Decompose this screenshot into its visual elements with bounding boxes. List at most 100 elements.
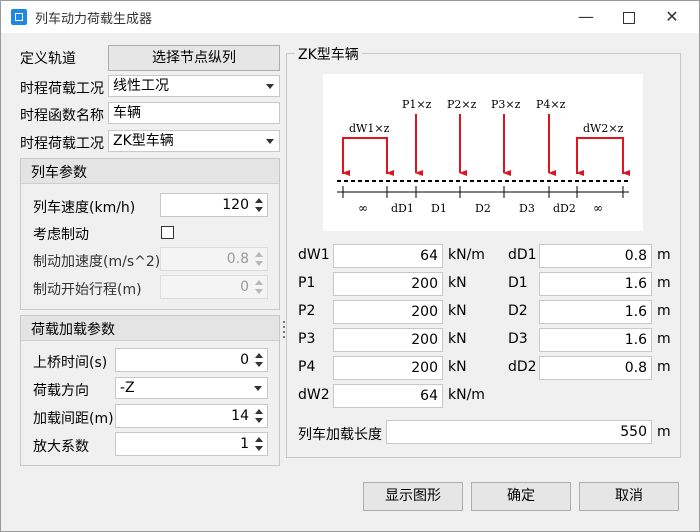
w2-label: dW2×z — [583, 122, 624, 135]
spin-up-icon[interactable] — [255, 280, 263, 285]
p1-label: P1 — [298, 275, 316, 291]
vehicle-case-value: ZK型车辆 — [113, 133, 174, 149]
p1-label: P1×z — [402, 98, 432, 111]
vehicle-case-label: 时程荷载工况 — [20, 136, 104, 152]
dw2-label: dW2 — [298, 387, 330, 403]
factor-value: 1 — [240, 436, 249, 452]
spin-up-icon[interactable] — [255, 353, 263, 358]
maximize-button[interactable] — [606, 1, 652, 33]
p2-input[interactable]: 200 — [333, 300, 443, 324]
bridge-time-spinbox[interactable]: 0 — [115, 348, 268, 372]
dw1-input[interactable]: 64 — [333, 244, 443, 268]
select-nodes-button[interactable]: 选择节点纵列 — [108, 45, 280, 71]
dd2-label: dD2 — [508, 359, 537, 375]
speed-value: 120 — [222, 197, 249, 213]
dim-inf-left: ∞ — [358, 201, 368, 215]
p2-label: P2 — [298, 303, 316, 319]
dim-d3: D3 — [519, 202, 535, 215]
spin-up-icon[interactable] — [255, 437, 263, 442]
spin-down-icon[interactable] — [255, 207, 263, 212]
d3-unit: m — [657, 331, 671, 347]
close-icon: ✕ — [665, 7, 679, 26]
spin-up-icon[interactable] — [255, 198, 263, 203]
speed-spinbox[interactable]: 120 — [160, 193, 268, 217]
dw2-unit: kN/m — [448, 387, 485, 403]
main-window: 列车动力荷载生成器 — ✕ 定义轨道 选择节点纵列 时程荷载工况 线性工况 时程… — [0, 0, 700, 532]
dd1-label: dD1 — [508, 247, 537, 263]
p4-unit: kN — [448, 359, 467, 375]
brake-accel-spinbox[interactable]: 0.8 — [160, 247, 268, 271]
direction-select[interactable]: -Z — [115, 377, 268, 399]
dd2-input[interactable]: 0.8 — [539, 356, 652, 380]
load-case-label: 时程荷载工况 — [20, 81, 104, 97]
p2-label: P2×z — [447, 98, 477, 111]
bridge-time-label: 上桥时间(s) — [33, 355, 108, 371]
dw2-input[interactable]: 64 — [333, 384, 443, 408]
load-diagram-svg: dW1×z dW2×z P1×z P2×z P3×z P4×z ∞ dD1 D1… — [337, 98, 630, 215]
chevron-down-icon — [266, 84, 274, 89]
factor-label: 放大系数 — [33, 439, 89, 455]
dim-inf-right: ∞ — [593, 201, 603, 215]
spin-down-icon[interactable] — [255, 289, 263, 294]
zk-vehicle-legend: ZK型车辆 — [295, 44, 362, 64]
load-diagram: dW1×z dW2×z P1×z P2×z P3×z P4×z ∞ dD1 D1… — [323, 74, 643, 231]
ok-button[interactable]: 确定 — [471, 482, 571, 511]
w1-label: dW1×z — [349, 122, 390, 135]
dw1-load — [342, 137, 388, 174]
spin-up-icon[interactable] — [255, 409, 263, 414]
load-case-select[interactable]: 线性工况 — [108, 75, 280, 97]
direction-label: 荷载方向 — [33, 383, 89, 399]
dim-d1: D1 — [431, 202, 447, 215]
train-params-header: 列车参数 — [21, 159, 279, 184]
d3-input[interactable]: 1.6 — [539, 328, 652, 352]
spin-down-icon[interactable] — [255, 362, 263, 367]
spacing-spinbox[interactable]: 14 — [115, 404, 268, 428]
track-label: 定义轨道 — [20, 51, 76, 67]
d1-label: D1 — [508, 275, 528, 291]
window-title: 列车动力荷载生成器 — [35, 12, 153, 27]
spin-down-icon[interactable] — [255, 418, 263, 423]
spin-down-icon[interactable] — [255, 446, 263, 451]
train-length-input[interactable]: 550 — [386, 420, 652, 444]
brake-start-value: 0 — [240, 279, 249, 295]
p1-unit: kN — [448, 275, 467, 291]
dim-dd1: dD1 — [391, 202, 414, 215]
spacing-label: 加载间距(m) — [33, 411, 114, 427]
vehicle-case-select[interactable]: ZK型车辆 — [108, 130, 280, 152]
spin-down-icon[interactable] — [255, 261, 263, 266]
load-case-value: 线性工况 — [113, 78, 169, 94]
d1-input[interactable]: 1.6 — [539, 272, 652, 296]
func-name-label: 时程函数名称 — [20, 108, 104, 124]
splitter-handle[interactable] — [283, 321, 285, 343]
load-params-header: 荷载加载参数 — [21, 316, 279, 341]
brake-start-spinbox[interactable]: 0 — [160, 275, 268, 299]
show-graph-button[interactable]: 显示图形 — [363, 482, 463, 511]
close-button[interactable]: ✕ — [649, 1, 695, 33]
d1-unit: m — [657, 275, 671, 291]
chevron-down-icon — [254, 386, 262, 391]
dim-d2: D2 — [475, 202, 491, 215]
d2-input[interactable]: 1.6 — [539, 300, 652, 324]
cancel-button[interactable]: 取消 — [579, 482, 679, 511]
spacing-value: 14 — [231, 408, 249, 424]
d3-label: D3 — [508, 331, 528, 347]
spin-up-icon[interactable] — [255, 252, 263, 257]
d2-unit: m — [657, 303, 671, 319]
dw1-unit: kN/m — [448, 247, 485, 263]
dim-dd2: dD2 — [553, 202, 576, 215]
func-name-input[interactable]: 车辆 — [108, 102, 280, 124]
factor-spinbox[interactable]: 1 — [115, 432, 268, 456]
brake-start-label: 制动开始行程(m) — [33, 282, 142, 298]
title-bar: 列车动力荷载生成器 — ✕ — [1, 1, 699, 33]
dd1-input[interactable]: 0.8 — [539, 244, 652, 268]
chevron-down-icon — [266, 139, 274, 144]
direction-value: -Z — [120, 380, 135, 396]
p1-input[interactable]: 200 — [333, 272, 443, 296]
p3-input[interactable]: 200 — [333, 328, 443, 352]
braking-checkbox[interactable] — [161, 226, 174, 239]
d2-label: D2 — [508, 303, 528, 319]
p4-input[interactable]: 200 — [333, 356, 443, 380]
app-icon — [11, 9, 27, 25]
speed-label: 列车速度(km/h) — [33, 200, 136, 216]
minimize-button[interactable]: — — [563, 1, 609, 33]
